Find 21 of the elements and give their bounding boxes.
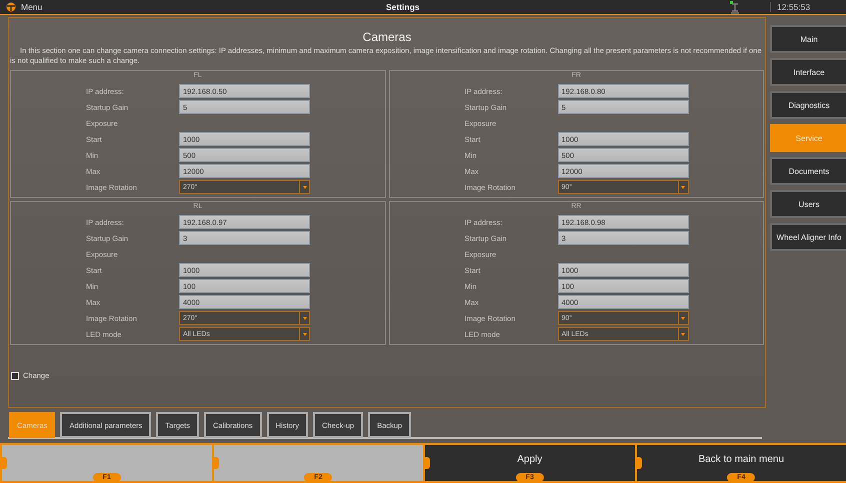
sidebar-button[interactable]: Users [770, 190, 846, 218]
caret-icon [681, 332, 685, 336]
window-title: Settings [386, 2, 421, 12]
sidebar-button[interactable]: Interface [770, 58, 846, 86]
caret-icon [302, 332, 306, 336]
network-icon [730, 0, 740, 14]
divider-knob [214, 457, 218, 469]
sidebar-button[interactable]: Documents [770, 157, 846, 185]
divider-knob [2, 457, 7, 469]
caret-icon [302, 316, 306, 320]
sidebar-button[interactable]: Main [770, 25, 846, 53]
menu-button[interactable]: Menu [6, 2, 386, 12]
section-title: Cameras [362, 30, 412, 44]
divider-knob [636, 457, 642, 469]
clock: 12:55:53 [770, 2, 840, 12]
sidebar-button[interactable]: Diagnostics [770, 91, 846, 119]
caret-icon [681, 316, 685, 320]
caret-icon [302, 186, 306, 189]
sidebar-button[interactable]: Wheel Aligner Info [770, 223, 846, 251]
caret-icon [681, 186, 685, 189]
divider-knob [425, 457, 430, 469]
